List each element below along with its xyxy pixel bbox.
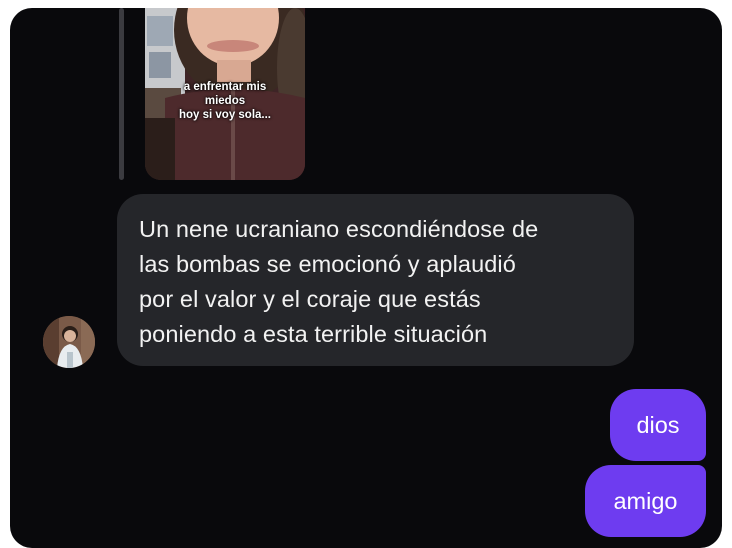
message-line: las bombas se emocionó y aplaudió xyxy=(139,251,516,277)
message-line: por el valor y el coraje que estás xyxy=(139,286,481,312)
story-caption-line: hoy si voy sola... xyxy=(178,109,272,121)
story-caption-line: a enfrentar mis xyxy=(183,81,267,93)
story-reply-preview[interactable]: a enfrentar mis miedos hoy si voy sola..… xyxy=(145,8,305,180)
message-text: dios xyxy=(636,411,680,438)
message-text: amigo xyxy=(613,487,678,514)
reply-indicator-line xyxy=(119,8,124,180)
avatar-photo-icon xyxy=(43,316,95,368)
message-line: poniendo a esta terrible situación xyxy=(139,321,488,347)
message-line: Un nene ucraniano escondiéndose de xyxy=(139,216,539,242)
incoming-message-bubble[interactable]: Un nene ucraniano escondiéndose de las b… xyxy=(117,194,634,366)
story-caption-line: miedos xyxy=(204,95,246,107)
chat-thread: a enfrentar mis miedos hoy si voy sola..… xyxy=(10,8,722,548)
story-caption: a enfrentar mis miedos hoy si voy sola..… xyxy=(145,80,305,122)
outgoing-message-bubble[interactable]: dios xyxy=(610,389,706,461)
sender-avatar[interactable] xyxy=(43,316,95,368)
outgoing-message-bubble[interactable]: amigo xyxy=(585,465,706,537)
